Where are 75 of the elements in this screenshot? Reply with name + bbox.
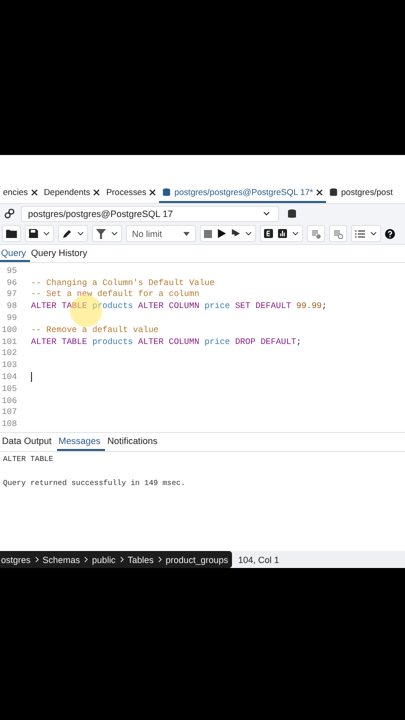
- chevron-icon: [158, 556, 162, 563]
- save-icon[interactable]: [29, 229, 38, 238]
- play-step-icon[interactable]: [231, 229, 240, 238]
- output-tab[interactable]: Notifications: [105, 433, 162, 451]
- caret-icon[interactable]: [292, 231, 299, 236]
- play-icon[interactable]: [217, 229, 226, 238]
- editor-tab[interactable]: Query History: [30, 246, 92, 262]
- caret-icon[interactable]: [77, 231, 84, 236]
- close-icon[interactable]: [30, 188, 38, 196]
- tab-label: postgres/post: [341, 187, 393, 197]
- bar-chart-icon[interactable]: [278, 229, 287, 238]
- code-line: ALTER TABLE products ALTER COLUMN price SET DEFAULT 99.99;: [31, 301, 327, 312]
- caret-icon[interactable]: [111, 231, 118, 236]
- breadcrumb-item[interactable]: public: [92, 554, 116, 564]
- code-line: ALTER TABLE products ALTER COLUMN price DROP DEFAULT;: [31, 336, 302, 347]
- close-icon[interactable]: [93, 188, 100, 196]
- line-number: 107: [0, 407, 18, 418]
- caret-icon: [263, 211, 270, 216]
- text-cursor: [31, 372, 32, 382]
- close-icon[interactable]: [316, 188, 324, 196]
- code-line: -- Changing a Column's Default Value: [31, 278, 215, 288]
- help-icon[interactable]: [385, 228, 395, 238]
- line-number: 102: [0, 348, 18, 358]
- editor-tab[interactable]: Query: [0, 246, 30, 262]
- line-number: 99: [6, 313, 18, 324]
- list-icon[interactable]: [355, 228, 365, 238]
- line-number: 97: [6, 289, 18, 300]
- breadcrumb-item[interactable]: ostgres: [1, 554, 31, 564]
- tab-label: Dependents: [44, 187, 90, 197]
- stop-icon[interactable]: [204, 230, 212, 238]
- filter-icon[interactable]: [96, 228, 106, 238]
- commit-icon[interactable]: [311, 228, 321, 238]
- caret-icon[interactable]: [245, 231, 252, 236]
- rollback-icon[interactable]: [333, 228, 343, 238]
- chevron-icon: [120, 556, 124, 563]
- line-number: 101: [0, 336, 18, 347]
- output-tab[interactable]: Messages: [56, 433, 106, 451]
- caret-icon: [183, 232, 190, 236]
- connection-select[interactable]: postgres/postgres@PostgreSQL 17: [21, 206, 279, 222]
- tab-label: postgres/postgres@PostgreSQL 17*: [174, 187, 314, 197]
- panel-tab[interactable]: postgres/post: [326, 183, 396, 203]
- panel-tab[interactable]: Dependents: [40, 183, 104, 203]
- line-number: 100: [0, 324, 18, 335]
- line-number: 104: [0, 372, 18, 382]
- output-tab[interactable]: Data Output: [0, 433, 57, 451]
- folder-icon[interactable]: [6, 229, 17, 238]
- chevron-icon: [84, 556, 88, 563]
- pencil-icon[interactable]: [62, 228, 72, 238]
- chevron-icon: [34, 556, 39, 563]
- caret-icon[interactable]: [43, 231, 50, 236]
- limit-select[interactable]: No limit: [126, 225, 196, 242]
- breadcrumb-item[interactable]: product_groups: [166, 554, 228, 564]
- breadcrumb-item[interactable]: Tables: [128, 554, 154, 564]
- line-number: 98: [6, 301, 18, 312]
- code-line: -- Set a new default for a column: [31, 289, 200, 300]
- panel-tab[interactable]: encies: [0, 183, 41, 203]
- tab-label: encies: [3, 187, 28, 197]
- database-icon: [162, 188, 172, 196]
- caret-icon[interactable]: [370, 231, 377, 236]
- line-number: 96: [6, 278, 18, 288]
- connection-icon[interactable]: [4, 208, 15, 219]
- line-number: 106: [0, 396, 18, 406]
- line-number: 105: [0, 384, 18, 394]
- line-number: 103: [0, 360, 18, 370]
- cursor-position: 104, Col 1: [238, 554, 280, 564]
- panel-tab[interactable]: Processes: [103, 183, 160, 203]
- line-number: 95: [6, 266, 18, 276]
- explain-icon[interactable]: [264, 229, 273, 238]
- database-icon[interactable]: [287, 208, 297, 218]
- close-icon[interactable]: [149, 188, 156, 196]
- code-line: -- Remove a default value: [31, 324, 159, 335]
- line-number: 108: [0, 419, 18, 430]
- tab-label: Processes: [106, 187, 146, 197]
- database-icon: [329, 188, 338, 196]
- breadcrumb-item[interactable]: Schemas: [42, 554, 80, 564]
